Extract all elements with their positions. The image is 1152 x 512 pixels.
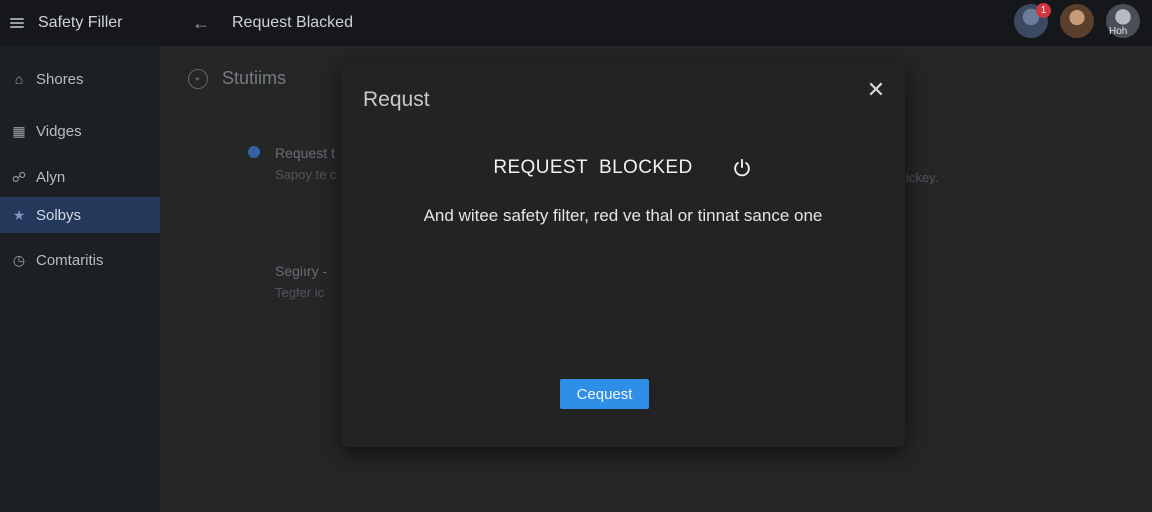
- request-button[interactable]: Cequest: [560, 379, 649, 409]
- top-bar: Safety Filler ← Request Blacked 1 Hoh: [0, 0, 1152, 46]
- user-avatars: 1 Hoh: [1014, 3, 1140, 38]
- dialog-message: And witee safety filter, red ve thal or …: [423, 206, 823, 225]
- page-title: Request Blacked: [232, 14, 353, 31]
- dialog-title-row: REQUEST BLOCKED: [341, 157, 905, 179]
- back-arrow-icon[interactable]: ←: [192, 13, 210, 34]
- close-icon[interactable]: ✕: [865, 79, 887, 101]
- app-title: Safety Filler: [38, 14, 123, 31]
- request-blocked-dialog: Requst ✕ REQUEST BLOCKED And witee safet…: [341, 63, 905, 447]
- avatar[interactable]: [1060, 4, 1094, 38]
- link-icon: ☍: [11, 168, 27, 185]
- sidebar-item-vidges[interactable]: ▦ Vidges: [0, 113, 160, 149]
- sidebar-item-label: Vidges: [36, 122, 82, 140]
- avatar[interactable]: Hoh: [1106, 4, 1140, 38]
- avatar-label: Hoh: [1109, 26, 1128, 37]
- sidebar: ⌂ Shores ▦ Vidges ☍ Alyn ★ Solbys ◷ Comt…: [0, 46, 170, 512]
- menu-icon[interactable]: [10, 18, 24, 28]
- sidebar-item-label: Alyn: [36, 168, 66, 186]
- power-icon: [733, 158, 750, 177]
- brand: Safety Filler: [0, 0, 160, 46]
- avatar[interactable]: 1: [1014, 3, 1051, 38]
- sidebar-item-alyn[interactable]: ☍ Alyn: [0, 159, 160, 195]
- clock-icon: ◷: [12, 251, 26, 268]
- dialog-header: Requst: [363, 88, 430, 111]
- star-icon: ★: [12, 206, 26, 223]
- sidebar-item-shores[interactable]: ⌂ Shores: [0, 61, 160, 97]
- dialog-title: REQUEST BLOCKED: [493, 157, 693, 178]
- sidebar-item-label: Comtaritis: [36, 251, 104, 269]
- chart-icon: ▦: [12, 122, 26, 139]
- sidebar-item-label: Shores: [36, 70, 84, 88]
- home-icon: ⌂: [14, 71, 24, 87]
- sidebar-item-label: Solbys: [36, 206, 82, 224]
- sidebar-item-solbys[interactable]: ★ Solbys: [0, 197, 170, 233]
- sidebar-item-comtaritis[interactable]: ◷ Comtaritis: [0, 242, 160, 278]
- notification-badge: 1: [1036, 3, 1051, 18]
